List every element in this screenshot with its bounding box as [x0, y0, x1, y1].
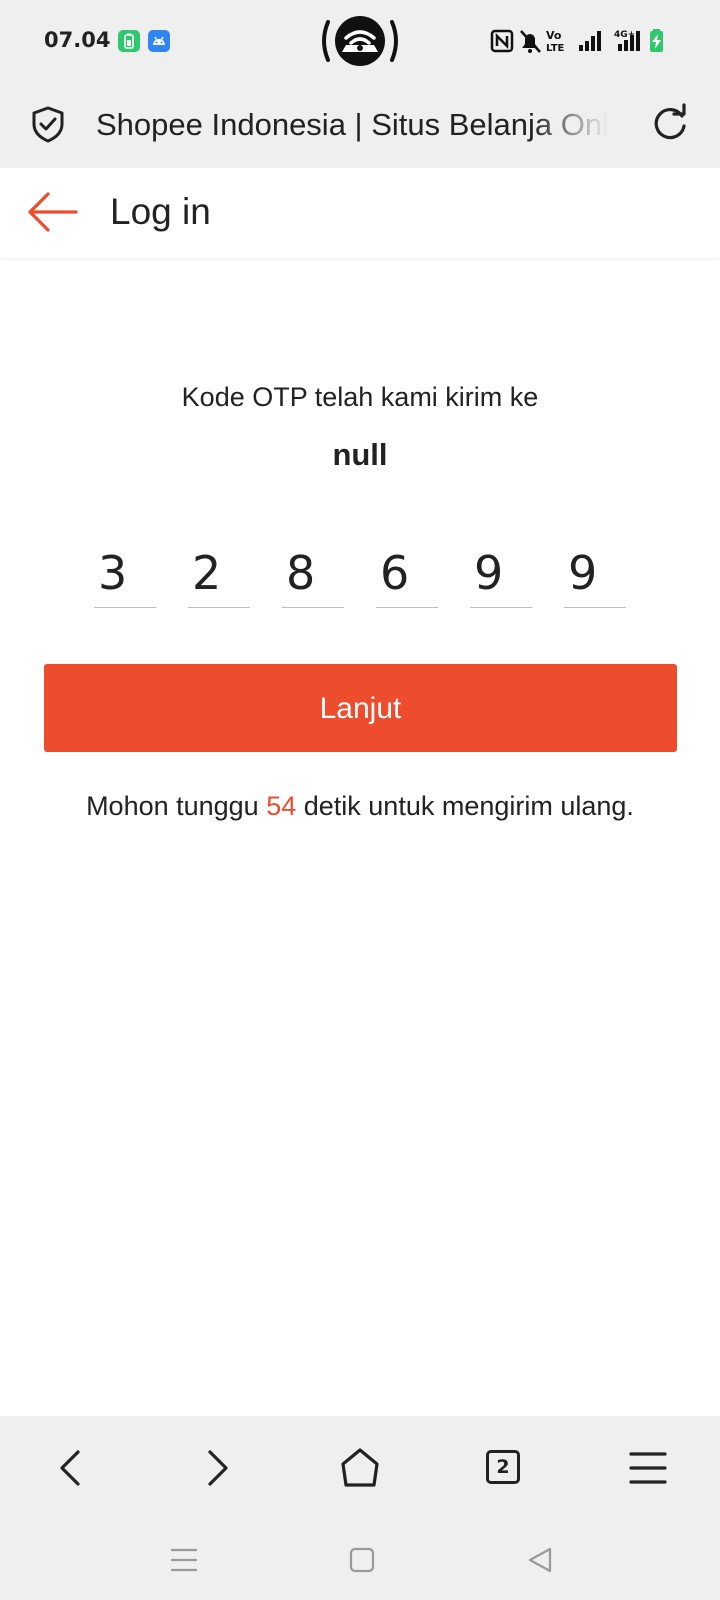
back-arrow-icon[interactable]	[24, 190, 84, 234]
otp-sent-text: Kode OTP telah kami kirim ke	[181, 382, 539, 412]
browser-back-icon[interactable]	[44, 1440, 100, 1496]
otp-target: null	[332, 437, 388, 472]
android-app-icon	[148, 30, 170, 52]
status-bar: 07.04 Vo LTE 4G+	[0, 0, 720, 82]
signal-icon	[579, 31, 601, 51]
system-back-icon[interactable]	[520, 1540, 560, 1580]
battery-charging-icon	[650, 29, 663, 52]
reload-icon[interactable]	[648, 102, 692, 146]
system-home-icon[interactable]	[342, 1540, 382, 1580]
otp-digit-input[interactable]: 6	[376, 548, 438, 608]
tabs-icon[interactable]: 2	[476, 1440, 532, 1496]
continue-button[interactable]: Lanjut	[44, 664, 677, 752]
otp-digit-input[interactable]: 3	[94, 548, 156, 608]
tab-count: 2	[486, 1450, 520, 1484]
volte-icon: Vo LTE	[546, 29, 565, 54]
page-title-url[interactable]: Shopee Indonesia | Situs Belanja Online	[96, 103, 608, 147]
4g-signal-icon: 4G+	[614, 30, 640, 51]
browser-toolbar: 2	[0, 1416, 720, 1520]
otp-digit-input[interactable]: 8	[282, 548, 344, 608]
recents-icon[interactable]	[164, 1540, 204, 1580]
resend-suffix: detik untuk mengirim ulang.	[296, 791, 634, 821]
otp-input-row: 3 2 8 6 9 9	[0, 548, 720, 608]
resend-seconds: 54	[266, 791, 297, 821]
svg-text:Vo: Vo	[546, 29, 562, 42]
nfc-icon	[490, 29, 514, 53]
otp-digit-input[interactable]: 2	[188, 548, 250, 608]
browser-address-bar: Shopee Indonesia | Situs Belanja Online	[0, 82, 720, 168]
resend-countdown-text: Mohon tunggu 54 detik untuk mengirim ula…	[0, 791, 720, 822]
system-nav-bar	[0, 1520, 720, 1600]
menu-icon[interactable]	[620, 1440, 676, 1496]
muted-bell-icon	[520, 30, 541, 53]
otp-digit-input[interactable]: 9	[564, 548, 626, 608]
resend-prefix: Mohon tunggu	[86, 791, 267, 821]
status-icons: Vo LTE 4G+	[490, 26, 680, 56]
otp-digit-input[interactable]: 9	[470, 548, 532, 608]
home-icon[interactable]	[332, 1440, 388, 1496]
browser-forward-icon[interactable]	[188, 1440, 244, 1496]
shield-check-icon[interactable]	[28, 104, 68, 144]
page-title: Log in	[110, 191, 211, 232]
svg-text:LTE: LTE	[546, 43, 565, 54]
app-header: Log in	[0, 168, 720, 258]
battery-saver-app-icon	[118, 30, 140, 52]
hotspot-icon	[320, 14, 400, 68]
status-time: 07.04	[44, 28, 111, 52]
